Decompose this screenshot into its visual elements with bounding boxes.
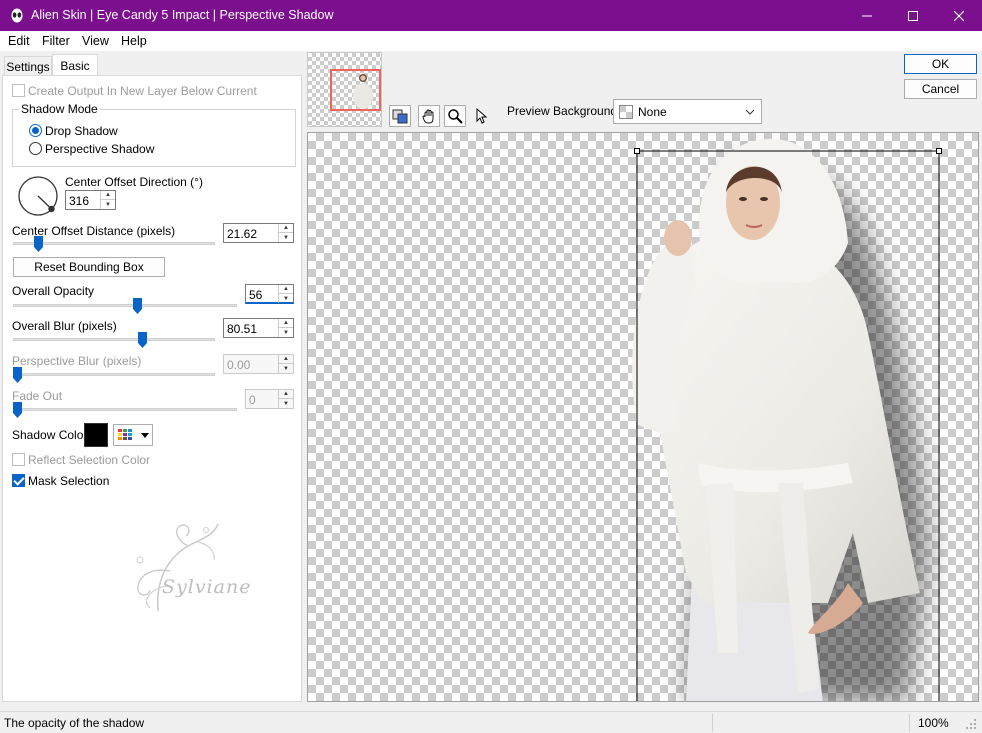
ok-button[interactable]: OK <box>904 54 977 74</box>
spin-up-icon[interactable]: ▲ <box>279 319 293 328</box>
sylviane-watermark: Sylviane <box>118 516 278 616</box>
overall-opacity-track[interactable] <box>13 304 237 307</box>
magnifier-icon <box>448 109 463 124</box>
maximize-icon <box>908 10 918 21</box>
mask-selection-checkbox[interactable] <box>12 474 25 487</box>
center-offset-direction-spinner[interactable]: 316 ▲ ▼ <box>65 190 116 210</box>
spin-down-icon[interactable]: ▼ <box>279 233 293 242</box>
alien-skin-app-icon <box>11 8 23 23</box>
overall-blur-thumb[interactable] <box>138 332 148 348</box>
compare-tool-button[interactable] <box>389 105 411 127</box>
resize-grip-icon[interactable] <box>965 718 977 730</box>
status-bar: The opacity of the shadow 100% <box>0 711 982 733</box>
navigator-thumbnail[interactable] <box>307 52 382 127</box>
select-tool-button[interactable] <box>470 105 492 127</box>
center-offset-direction-label: Center Offset Direction (°) <box>65 175 203 189</box>
status-text: The opacity of the shadow <box>4 716 145 730</box>
reflect-selection-color-checkbox[interactable] <box>12 453 25 466</box>
close-button[interactable] <box>936 0 982 31</box>
spin-down-icon[interactable]: ▼ <box>279 364 293 373</box>
shadow-mode-group: Shadow Mode Drop Shadow Perspective Shad… <box>12 102 296 167</box>
fade-out-label: Fade Out <box>12 389 63 403</box>
window-body: Settings Basic Create Output In New Laye… <box>0 51 982 711</box>
chevron-down-icon <box>141 433 149 438</box>
title-bar: Alien Skin | Eye Candy 5 Impact | Perspe… <box>0 0 982 31</box>
menu-filter[interactable]: Filter <box>42 34 70 48</box>
perspective-blur-spinner[interactable]: 0.00 ▲ ▼ <box>223 354 294 374</box>
hand-icon <box>422 109 434 124</box>
preview-background-select[interactable]: None <box>613 99 762 124</box>
fade-out-thumb[interactable] <box>13 402 22 418</box>
create-output-label: Create Output In New Layer Below Current <box>28 84 257 98</box>
overall-opacity-spinner[interactable]: 56 ▲ ▼ <box>245 284 294 304</box>
navigator-viewport-frame[interactable] <box>330 69 381 111</box>
drop-shadow-label: Drop Shadow <box>45 124 118 138</box>
spin-down-icon[interactable]: ▼ <box>279 328 293 337</box>
perspective-blur-track[interactable] <box>13 373 215 376</box>
spin-up-icon[interactable]: ▲ <box>279 285 293 294</box>
menu-bar: Edit Filter View Help <box>0 31 982 51</box>
shadow-mode-label: Shadow Mode <box>19 102 100 116</box>
menu-help[interactable]: Help <box>121 34 147 48</box>
menu-edit[interactable]: Edit <box>8 34 30 48</box>
overall-opacity-thumb[interactable] <box>133 298 143 314</box>
create-output-checkbox[interactable] <box>12 84 25 97</box>
center-offset-distance-spinner[interactable]: 21.62 ▲ ▼ <box>223 223 294 243</box>
arrow-pointer-icon <box>476 108 488 124</box>
preview-canvas[interactable] <box>307 132 979 702</box>
center-offset-distance-thumb[interactable] <box>34 236 44 252</box>
window-title: Alien Skin | Eye Candy 5 Impact | Perspe… <box>31 8 334 22</box>
shadow-color-label: Shadow Color <box>12 428 88 442</box>
perspective-blur-thumb[interactable] <box>13 367 22 383</box>
perspective-shadow-radio[interactable] <box>29 142 42 155</box>
overall-opacity-label: Overall Opacity <box>12 284 95 298</box>
maximize-button[interactable] <box>890 0 936 31</box>
preview-background-value: None <box>638 105 667 119</box>
fade-out-spinner[interactable]: 0 ▲ ▼ <box>245 389 294 409</box>
floral-swirl-icon <box>136 523 219 612</box>
spin-up-icon[interactable]: ▲ <box>279 355 293 364</box>
spin-up-icon[interactable]: ▲ <box>279 390 293 399</box>
chevron-down-icon <box>745 109 755 115</box>
spin-down-icon[interactable]: ▼ <box>279 399 293 408</box>
zoom-tool-button[interactable] <box>444 105 466 127</box>
minimize-icon <box>862 15 872 16</box>
basic-settings-panel: Create Output In New Layer Below Current… <box>2 75 302 702</box>
before-after-icon <box>392 109 408 124</box>
reset-bounding-box-button[interactable]: Reset Bounding Box <box>13 257 165 277</box>
hand-tool-button[interactable] <box>418 105 440 127</box>
zoom-level: 100% <box>918 716 949 730</box>
overall-blur-label: Overall Blur (pixels) <box>12 319 117 333</box>
transparency-swatch-icon <box>619 105 633 119</box>
overall-blur-spinner[interactable]: 80.51 ▲ ▼ <box>223 318 294 338</box>
drop-shadow-radio[interactable] <box>29 124 42 137</box>
perspective-blur-label: Perspective Blur (pixels) <box>12 354 142 368</box>
watermark-text: Sylviane <box>162 576 252 598</box>
shadow-color-swatch[interactable] <box>84 423 108 447</box>
perspective-shadow-label: Perspective Shadow <box>45 142 155 156</box>
spin-down-icon[interactable]: ▼ <box>279 294 293 303</box>
preview-image <box>632 138 942 701</box>
spin-down-icon[interactable]: ▼ <box>101 200 115 209</box>
color-palette-button[interactable] <box>113 424 153 446</box>
close-icon <box>954 10 964 21</box>
cancel-button[interactable]: Cancel <box>904 79 977 99</box>
overall-blur-track[interactable] <box>13 338 215 341</box>
preview-background-label: Preview Background: <box>507 104 621 118</box>
direction-dial[interactable] <box>17 175 59 217</box>
spin-up-icon[interactable]: ▲ <box>279 224 293 233</box>
tab-basic[interactable]: Basic <box>52 54 98 76</box>
color-grid-icon <box>118 429 132 440</box>
menu-view[interactable]: View <box>82 34 109 48</box>
center-offset-distance-track[interactable] <box>13 242 215 245</box>
tab-settings[interactable]: Settings <box>4 56 52 76</box>
reflect-selection-color-label: Reflect Selection Color <box>28 453 151 467</box>
mask-selection-label: Mask Selection <box>28 474 110 488</box>
fade-out-track[interactable] <box>13 408 237 411</box>
spin-up-icon[interactable]: ▲ <box>101 191 115 200</box>
minimize-button[interactable] <box>844 0 890 31</box>
